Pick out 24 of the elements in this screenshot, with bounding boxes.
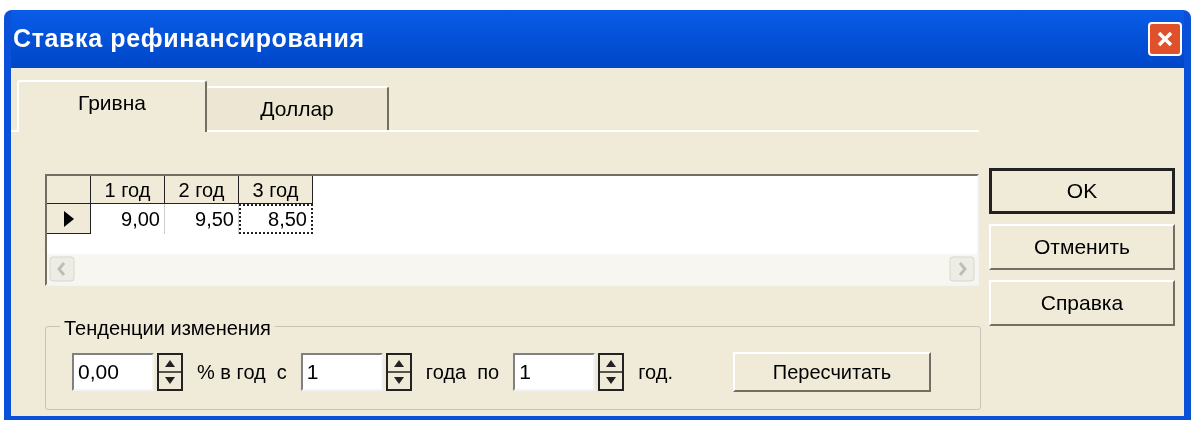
spinner-icon[interactable] — [385, 353, 412, 391]
dialog-button[interactable]: Отменить — [989, 224, 1175, 270]
field-label: года по — [424, 360, 501, 385]
number-field[interactable]: 1 — [513, 353, 596, 391]
field-label: год. — [637, 360, 674, 385]
field-label: % в год с — [196, 360, 288, 385]
table-cell: 8,50 — [239, 204, 313, 234]
column-header: 1 год — [91, 176, 165, 204]
table-cell: 9,00 — [91, 204, 165, 234]
dialog-button[interactable]: Справка — [989, 280, 1175, 326]
close-button[interactable] — [1148, 22, 1182, 56]
recalculate-button[interactable]: Пересчитать — [733, 352, 931, 392]
tab[interactable]: Гривна — [17, 80, 207, 132]
spinner-icon[interactable] — [157, 353, 183, 391]
column-header: 3 год — [239, 176, 313, 204]
number-field[interactable]: 1 — [300, 353, 383, 391]
number-field[interactable]: 0,00 — [72, 353, 154, 391]
column-header: 2 год — [165, 176, 239, 204]
table-cell: 9,50 — [165, 204, 239, 234]
tab[interactable]: Доллар — [207, 86, 389, 130]
window-title: Ставка рефинансирования — [13, 23, 365, 55]
spinner-icon[interactable] — [598, 353, 625, 391]
dialog-button[interactable]: OK — [989, 168, 1175, 214]
close-icon — [1156, 30, 1174, 48]
